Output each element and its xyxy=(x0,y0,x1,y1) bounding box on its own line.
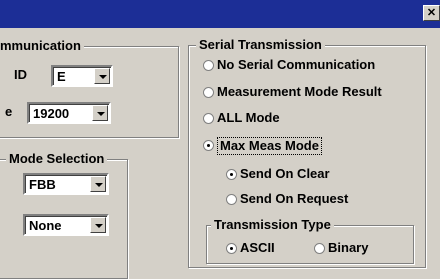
radio-label: Send On Clear xyxy=(240,166,330,181)
id-combo[interactable]: E xyxy=(51,65,113,87)
baud-rate-value: 19200 xyxy=(33,106,70,121)
mode-combo[interactable]: FBB xyxy=(23,173,109,195)
secondary-mode-combo[interactable]: None xyxy=(23,214,109,236)
radio-label: Send On Request xyxy=(240,191,349,206)
mode-combo-dropdown-button[interactable] xyxy=(90,176,106,192)
radio-button-icon xyxy=(314,243,325,254)
serial-transmission-legend: Serial Transmission xyxy=(196,37,325,53)
baud-rate-dropdown-button[interactable] xyxy=(92,105,108,121)
chevron-down-icon xyxy=(95,183,103,187)
communication-legend: mmunication xyxy=(0,38,84,54)
close-icon: ✕ xyxy=(426,7,437,19)
radio-label: Measurement Mode Result xyxy=(217,84,382,99)
radio-button-selected-icon xyxy=(226,169,237,180)
communication-group: mmunication xyxy=(0,38,179,138)
window-titlebar: ✕ xyxy=(0,0,440,28)
baud-rate-label: e xyxy=(5,104,13,119)
radio-button-icon xyxy=(203,113,214,124)
transmission-type-legend: Transmission Type xyxy=(211,217,334,233)
radio-button-selected-icon xyxy=(203,140,214,151)
baud-rate-combo[interactable]: 19200 xyxy=(27,102,111,124)
chevron-down-icon xyxy=(99,75,107,79)
secondary-mode-dropdown-button[interactable] xyxy=(90,217,106,233)
radio-button-icon xyxy=(203,87,214,98)
radio-label: ASCII xyxy=(240,240,275,255)
dialog-client-area: mmunication ID E e 19200 Mode Selection … xyxy=(0,28,440,279)
mode-selection-legend: Mode Selection xyxy=(6,151,108,167)
close-button[interactable]: ✕ xyxy=(423,5,440,21)
radio-label: Binary xyxy=(328,240,369,255)
secondary-mode-value: None xyxy=(29,218,62,233)
mode-combo-value: FBB xyxy=(29,177,56,192)
radio-button-selected-icon xyxy=(226,243,237,254)
radio-button-icon xyxy=(226,194,237,205)
radio-label: Max Meas Mode xyxy=(217,137,322,155)
id-label: ID xyxy=(14,67,27,82)
id-combo-dropdown-button[interactable] xyxy=(94,68,110,84)
chevron-down-icon xyxy=(95,224,103,228)
id-combo-value: E xyxy=(57,69,66,84)
radio-label: ALL Mode xyxy=(217,110,280,125)
radio-button-icon xyxy=(203,60,214,71)
radio-label: No Serial Communication xyxy=(217,57,376,72)
chevron-down-icon xyxy=(97,112,105,116)
transmission-type-group: Transmission Type xyxy=(206,217,414,264)
